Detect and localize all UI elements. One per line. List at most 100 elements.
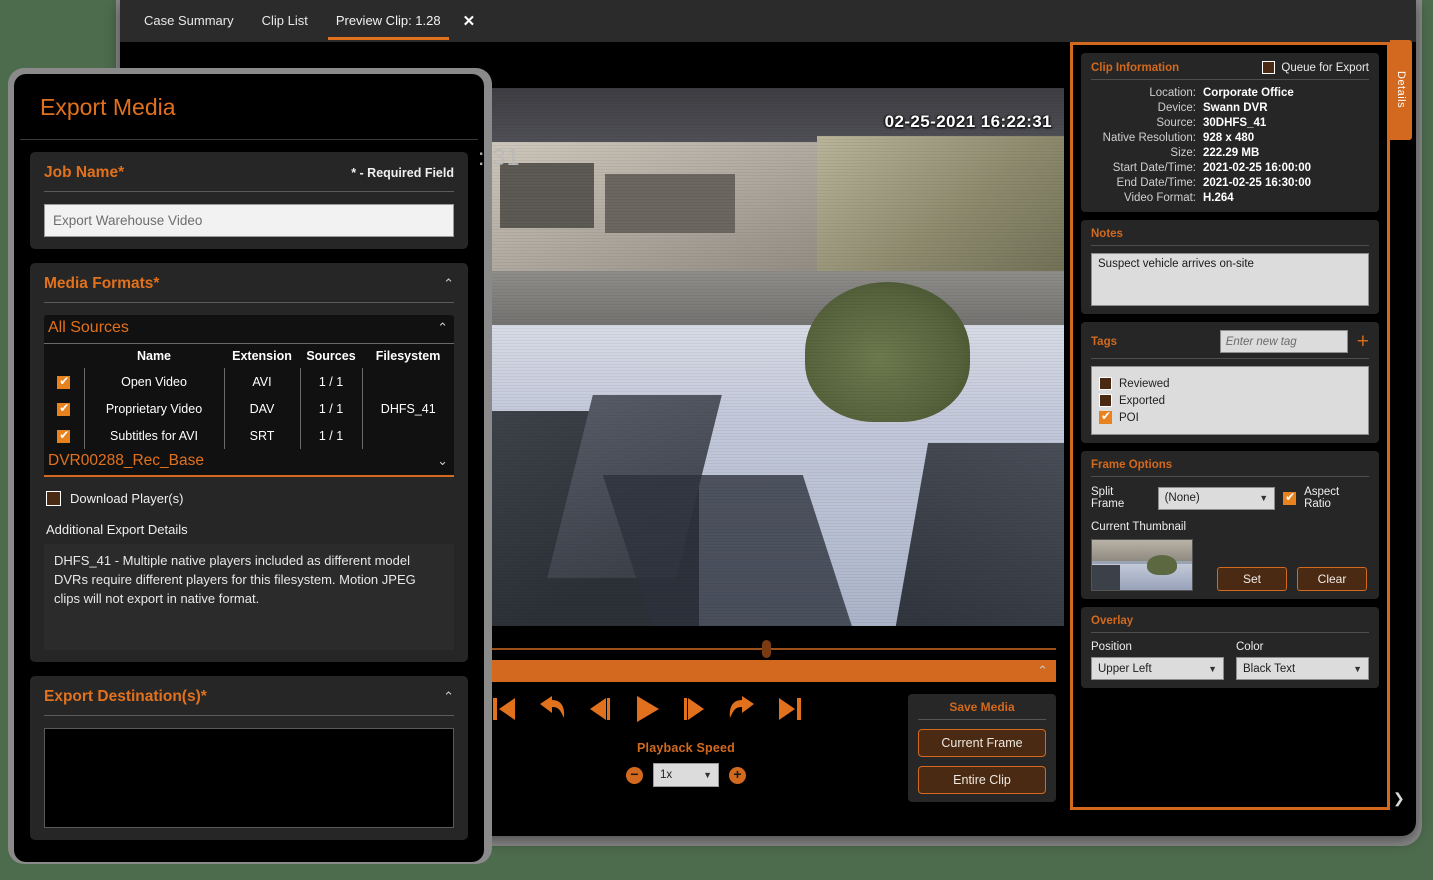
add-tag-icon[interactable]: +: [1357, 333, 1369, 351]
format-filesystem: [362, 422, 454, 449]
notes-title: Notes: [1091, 228, 1369, 240]
info-row: Location: Corporate Office: [1091, 87, 1369, 99]
step-forward-icon[interactable]: [682, 696, 706, 722]
all-sources-header[interactable]: All Sources ⌃: [44, 315, 454, 344]
tag-label: Reviewed: [1119, 378, 1170, 390]
info-key: Start Date/Time:: [1091, 162, 1203, 174]
tab-case-summary[interactable]: Case Summary: [130, 2, 248, 40]
current-thumbnail-image[interactable]: [1091, 539, 1193, 591]
info-row: Device: Swann DVR: [1091, 102, 1369, 114]
fast-forward-icon[interactable]: [728, 696, 756, 722]
column-header-sources: Sources: [300, 344, 362, 368]
info-value: H.264: [1203, 192, 1234, 204]
speed-increase-button[interactable]: +: [729, 767, 746, 784]
tab-preview-clip[interactable]: Preview Clip: 1.28: [322, 2, 455, 40]
format-checkbox[interactable]: [57, 403, 70, 416]
row-checkbox-cell: [44, 368, 84, 395]
tag-item[interactable]: Reviewed: [1099, 377, 1361, 390]
transport-button-row: [476, 695, 896, 723]
tag-checkbox[interactable]: [1099, 377, 1112, 390]
additional-export-details-label: Additional Export Details: [46, 522, 454, 537]
media-formats-collapse-icon[interactable]: ⌃: [443, 276, 454, 292]
step-back-icon[interactable]: [588, 696, 612, 722]
skip-to-start-icon[interactable]: [492, 696, 516, 722]
timeline-collapse-icon[interactable]: ⌃: [1037, 663, 1048, 679]
tag-checkbox[interactable]: [1099, 411, 1112, 424]
column-header-filesystem: Filesystem: [362, 344, 454, 368]
export-destinations-list[interactable]: [44, 728, 454, 828]
row-checkbox-cell: [44, 422, 84, 449]
divider: [1091, 358, 1369, 359]
table-header-row: Name Extension Sources Filesystem: [44, 344, 454, 368]
tag-label: Exported: [1119, 395, 1165, 407]
download-players-checkbox[interactable]: [46, 491, 61, 506]
playback-speed-value: 1x: [660, 769, 672, 781]
tag-item[interactable]: POI: [1099, 411, 1361, 424]
scrubber-handle[interactable]: [762, 640, 771, 658]
tags-title: Tags: [1091, 336, 1117, 348]
clear-thumbnail-button[interactable]: Clear: [1297, 567, 1367, 591]
aspect-ratio-checkbox[interactable]: [1283, 492, 1296, 505]
overlay-position-select[interactable]: Upper Left ▼: [1091, 657, 1224, 680]
notes-textarea[interactable]: Suspect vehicle arrives on-site: [1091, 253, 1369, 306]
info-value: 2021-02-25 16:30:00: [1203, 177, 1311, 189]
queue-for-export-checkbox[interactable]: [1262, 61, 1275, 74]
download-players-row[interactable]: Download Player(s): [46, 491, 454, 506]
save-current-frame-button[interactable]: Current Frame: [918, 729, 1046, 757]
tag-checkbox[interactable]: [1099, 394, 1112, 407]
export-media-title: Export Media: [20, 74, 478, 140]
format-filesystem: DHFS_41: [362, 395, 454, 422]
split-frame-select[interactable]: (None) ▼: [1158, 487, 1276, 510]
table-row: Open Video AVI 1 / 1: [44, 368, 454, 395]
info-key: Device:: [1091, 102, 1203, 114]
tab-label: Clip List: [262, 13, 308, 28]
rewind-icon[interactable]: [538, 696, 566, 722]
notes-card: Notes Suspect vehicle arrives on-site: [1081, 220, 1379, 314]
skip-to-end-icon[interactable]: [778, 696, 802, 722]
tags-card: Tags Enter new tag + Reviewed Exported: [1081, 322, 1379, 443]
close-icon[interactable]: ✕: [457, 12, 482, 30]
tab-clip-list[interactable]: Clip List: [248, 2, 322, 40]
job-name-input[interactable]: Export Warehouse Video: [44, 204, 454, 237]
additional-export-details-text: DHFS_41 - Multiple native players includ…: [44, 544, 454, 650]
row-checkbox-cell: [44, 395, 84, 422]
job-name-section: Job Name* * - Required Field Export Ware…: [30, 152, 468, 249]
tab-bar: Case Summary Clip List Preview Clip: 1.2…: [120, 0, 1416, 42]
speed-decrease-button[interactable]: −: [626, 767, 643, 784]
clip-information-header: Clip Information Queue for Export: [1091, 61, 1369, 74]
export-destinations-collapse-icon[interactable]: ⌃: [443, 689, 454, 705]
details-panel-inner: Clip Information Queue for Export Locati…: [1073, 45, 1387, 696]
format-checkbox[interactable]: [57, 376, 70, 389]
thumbnail-shrub: [1147, 555, 1177, 575]
details-collapse-icon[interactable]: ❯: [1393, 790, 1405, 807]
play-icon[interactable]: [634, 695, 660, 723]
format-checkbox[interactable]: [57, 430, 70, 443]
playback-speed-select[interactable]: 1x ▼: [653, 763, 719, 787]
clip-information-card: Clip Information Queue for Export Locati…: [1081, 53, 1379, 212]
all-sources-collapse-icon[interactable]: ⌃: [437, 320, 448, 336]
tag-item[interactable]: Exported: [1099, 394, 1361, 407]
details-side-tab[interactable]: Details: [1390, 40, 1412, 140]
all-sources-block: All Sources ⌃ Name Extension Sources Fil…: [44, 315, 454, 477]
video-scrubber[interactable]: [476, 640, 1056, 658]
column-header-extension: Extension: [224, 344, 300, 368]
set-thumbnail-button[interactable]: Set: [1217, 567, 1287, 591]
timeline-bar[interactable]: ⌃: [476, 660, 1056, 682]
overlay-color-select[interactable]: Black Text ▼: [1236, 657, 1369, 680]
info-value: 222.29 MB: [1203, 147, 1259, 159]
details-panel: Clip Information Queue for Export Locati…: [1070, 42, 1390, 810]
info-row: Size: 222.29 MB: [1091, 147, 1369, 159]
overlay-color-label: Color: [1236, 641, 1369, 653]
save-entire-clip-button[interactable]: Entire Clip: [918, 766, 1046, 794]
info-key: Native Resolution:: [1091, 132, 1203, 144]
source-group-footer[interactable]: DVR00288_Rec_Base ⌄: [44, 449, 454, 477]
playback-speed-label: Playback Speed: [476, 741, 896, 755]
source-group-expand-icon[interactable]: ⌄: [437, 453, 448, 469]
split-frame-label: Split Frame: [1091, 486, 1150, 510]
info-value: 928 x 480: [1203, 132, 1254, 144]
overlay-title: Overlay: [1091, 615, 1369, 627]
format-sources: 1 / 1: [300, 368, 362, 395]
new-tag-input[interactable]: Enter new tag: [1220, 330, 1348, 353]
video-frame[interactable]: [476, 88, 1064, 626]
divider: [1091, 632, 1369, 633]
